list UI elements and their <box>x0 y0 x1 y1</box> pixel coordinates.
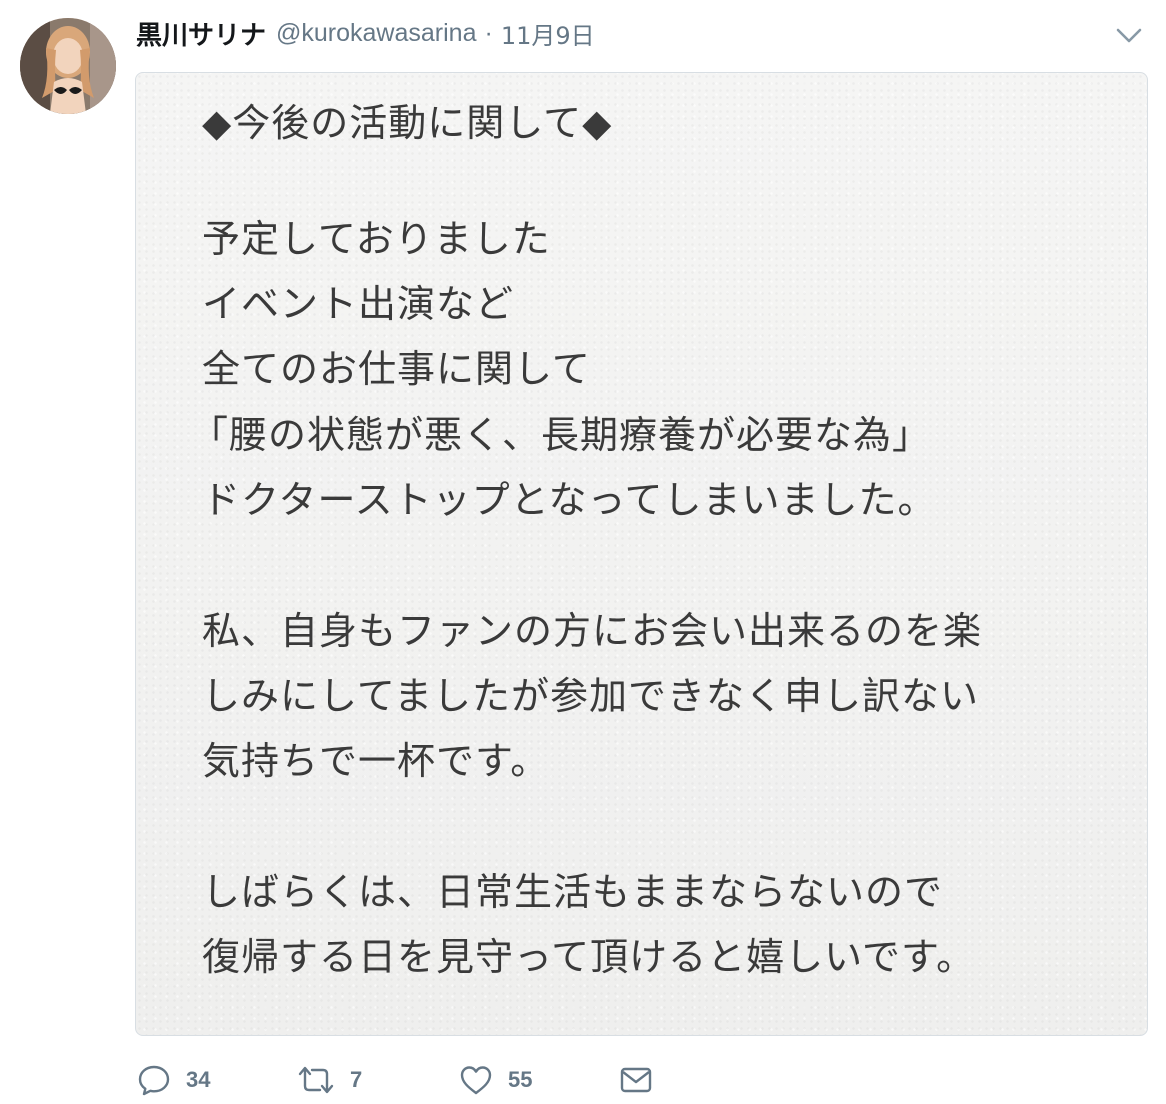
tweet-media-image[interactable]: ◆今後の活動に関して◆ 予定しておりました イベント出演など 全てのお仕事に関し… <box>135 72 1148 1036</box>
note-line: しばらくは、日常生活もままならないので <box>202 870 944 914</box>
envelope-icon <box>620 1067 652 1093</box>
reply-button[interactable]: 34 <box>136 1058 210 1102</box>
heart-icon <box>460 1066 492 1095</box>
tweet-header: 黒川サリナ @kurokawasarina · 11月9日 <box>136 12 595 54</box>
reply-count: 34 <box>186 1067 211 1092</box>
note-heading: ◆今後の活動に関して◆ <box>202 101 613 145</box>
user-handle[interactable]: @kurokawasarina <box>276 19 476 48</box>
note-line: 全てのお仕事に関して <box>202 347 591 391</box>
retweet-button[interactable]: 7 <box>296 1058 362 1102</box>
note-line: 私、自身もファンの方にお会い出来るのを楽 <box>202 609 983 653</box>
note-line: イベント出演など <box>202 282 515 326</box>
direct-message-button[interactable] <box>619 1058 653 1102</box>
note-line: しみにしてましたが参加できなく申し訳ない <box>202 674 979 718</box>
display-name[interactable]: 黒川サリナ <box>136 15 266 52</box>
retweet-icon <box>298 1066 334 1094</box>
separator-dot: · <box>484 18 493 47</box>
avatar[interactable] <box>20 18 116 114</box>
note-line: 「腰の状態が悪く、長期療養が必要な為」 <box>190 413 932 457</box>
like-count: 55 <box>508 1067 533 1092</box>
reply-icon <box>138 1065 170 1096</box>
note-line: 予定しておりました <box>202 217 551 261</box>
like-button[interactable]: 55 <box>458 1058 532 1102</box>
note-line: 気持ちで一杯です。 <box>202 739 550 783</box>
tweet-actions: 34 7 55 <box>136 1058 736 1102</box>
retweet-count: 7 <box>350 1067 363 1092</box>
note-line: 復帰する日を見守って頂けると嬉しいです。 <box>202 935 976 979</box>
tweet-timestamp[interactable]: 11月9日 <box>501 16 595 51</box>
chevron-down-icon[interactable] <box>1114 20 1144 50</box>
note-line: ドクターストップとなってしまいました。 <box>202 478 937 522</box>
